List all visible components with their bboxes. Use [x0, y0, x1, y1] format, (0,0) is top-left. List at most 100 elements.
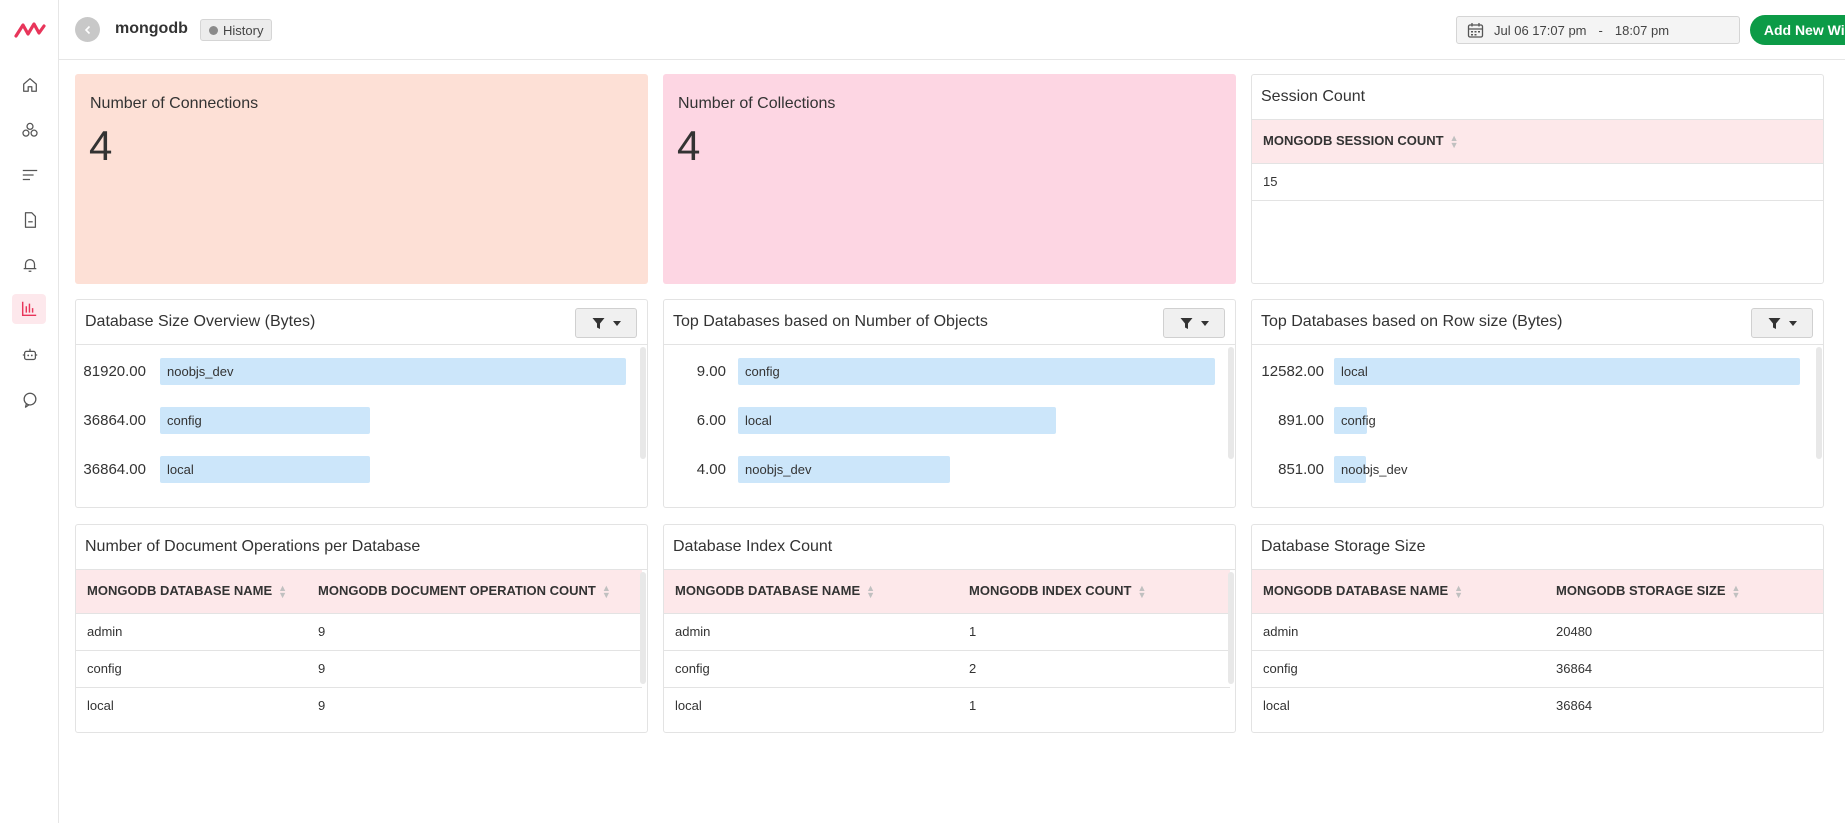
support-icon[interactable]	[18, 388, 42, 412]
funnel-icon	[1180, 317, 1192, 329]
bar-row: 12582.00 local	[1252, 358, 1823, 385]
sort-icon[interactable]: ▲ ▼	[278, 584, 287, 600]
filter-button[interactable]	[1163, 308, 1225, 338]
bar-value-label: 851.00	[1278, 461, 1324, 478]
services-icon[interactable]	[18, 118, 42, 142]
scrollbar[interactable]	[1228, 572, 1234, 684]
scrollbar[interactable]	[640, 572, 646, 684]
collections-widget: Number of Collections 4	[663, 74, 1236, 284]
table-cell: admin	[664, 613, 958, 651]
page-title: mongodb	[115, 20, 188, 37]
bar[interactable]: config	[1334, 407, 1376, 434]
column-header-label: MONGODB DOCUMENT OPERATION COUNT	[318, 583, 596, 599]
widget-title: Database Index Count	[664, 525, 1235, 570]
bell-icon[interactable]	[18, 253, 42, 277]
caret-down-icon	[612, 320, 621, 326]
table-cell: 2	[958, 650, 1230, 688]
top-objects-widget: Top Databases based on Number of Objects…	[663, 299, 1236, 508]
table-cell: local	[87, 698, 114, 714]
filter-button[interactable]	[1751, 308, 1813, 338]
table-cell: 9	[307, 650, 642, 688]
bar-value-label: 9.00	[696, 363, 726, 380]
column-header[interactable]: MONGODB DATABASE NAME ▲ ▼	[1252, 570, 1545, 614]
widget-title: Top Databases based on Number of Objects	[673, 313, 988, 330]
bar[interactable]: local	[1334, 358, 1800, 385]
sort-icon[interactable]: ▲ ▼	[1138, 584, 1147, 600]
column-header-label: MONGODB SESSION COUNT	[1263, 133, 1444, 149]
filter-button[interactable]	[575, 308, 637, 338]
scrollbar[interactable]	[1816, 347, 1822, 459]
table-row: config 9	[76, 650, 642, 688]
scrollbar[interactable]	[640, 347, 646, 459]
bar[interactable]: noobjs_dev	[738, 456, 950, 483]
table-cell: 20480	[1545, 613, 1823, 651]
table-cell: 36864	[1556, 698, 1593, 714]
back-button[interactable]	[75, 17, 100, 42]
column-header-label: MONGODB DATABASE NAME	[87, 583, 273, 599]
bar[interactable]: config	[160, 407, 370, 434]
column-header-label: MONGODB STORAGE SIZE	[1556, 583, 1726, 599]
add-new-widget-button[interactable]: Add New Widget	[1750, 15, 1845, 45]
column-header-label: MONGODB DATABASE NAME	[675, 583, 861, 599]
bar-row: 4.00 noobjs_dev	[664, 456, 1235, 483]
bar-value-label: 81920.00	[83, 363, 146, 380]
widget-header: Top Databases based on Number of Objects	[664, 300, 1235, 345]
table-cell: 1	[969, 698, 977, 714]
table-row: 15	[1252, 163, 1823, 201]
widget-header: Database Size Overview (Bytes)	[76, 300, 647, 345]
widget-title: Session Count	[1252, 75, 1823, 120]
column-header-label: MONGODB INDEX COUNT	[969, 583, 1132, 599]
widget-title: Number of Collections	[678, 95, 836, 112]
bar-row: 851.00 noobjs_dev	[1252, 456, 1823, 483]
table-cell: admin	[76, 613, 307, 651]
bar[interactable]: noobjs_dev	[1334, 456, 1408, 483]
scrollbar[interactable]	[1228, 347, 1234, 459]
bar[interactable]: noobjs_dev	[160, 358, 626, 385]
bar[interactable]: config	[738, 358, 1215, 385]
storage-size-widget: Database Storage Size MONGODB DATABASE N…	[1251, 524, 1824, 733]
column-header[interactable]: MONGODB DATABASE NAME ▲ ▼	[76, 570, 307, 614]
app-logo[interactable]	[14, 20, 46, 40]
table-row: admin 20480	[1252, 613, 1823, 651]
chevron-left-icon	[84, 25, 90, 34]
bar-value-label: 6.00	[696, 412, 726, 429]
table-cell: 9	[318, 698, 326, 714]
history-chip[interactable]: History	[200, 19, 273, 41]
robot-icon[interactable]	[18, 343, 42, 367]
column-header[interactable]: MONGODB INDEX COUNT ▲ ▼	[958, 570, 1230, 614]
table-cell: local	[675, 698, 702, 714]
column-header[interactable]: MONGODB DATABASE NAME ▲ ▼	[664, 570, 958, 614]
history-label: History	[223, 22, 264, 38]
session-count-widget: Session Count MONGODB SESSION COUNT ▲ ▼ 15	[1251, 74, 1824, 284]
home-icon[interactable]	[18, 73, 42, 97]
sort-icon[interactable]: ▲ ▼	[866, 584, 875, 600]
document-icon[interactable]	[18, 208, 42, 232]
sort-icon[interactable]: ▲ ▼	[1732, 584, 1741, 600]
table-cell: local	[1263, 698, 1290, 714]
sort-icon[interactable]: ▲ ▼	[1450, 134, 1459, 150]
widget-title: Number of Document Operations per Databa…	[76, 525, 647, 570]
table-cell: 9	[307, 613, 642, 651]
column-header[interactable]: MONGODB SESSION COUNT ▲ ▼	[1252, 120, 1823, 164]
date-range-picker[interactable]: Jul 06 17:07 pm - 18:07 pm	[1456, 16, 1740, 44]
connections-widget: Number of Connections 4	[75, 74, 648, 284]
caret-down-icon	[1200, 320, 1209, 326]
session-table: MONGODB SESSION COUNT ▲ ▼ 15	[1252, 120, 1823, 201]
table-cell: config	[1252, 650, 1545, 688]
column-header[interactable]: MONGODB STORAGE SIZE ▲ ▼	[1545, 570, 1823, 614]
bar[interactable]: local	[738, 407, 1056, 434]
sort-icon[interactable]: ▲ ▼	[1454, 584, 1463, 600]
bar-chart-icon[interactable]	[12, 294, 46, 324]
sort-icon[interactable]: ▲ ▼	[602, 584, 611, 600]
widget-title: Database Size Overview (Bytes)	[85, 313, 316, 330]
stat-value: 4	[89, 122, 113, 169]
widget-title: Top Databases based on Row size (Bytes)	[1261, 313, 1563, 330]
column-header[interactable]: MONGODB DOCUMENT OPERATION COUNT ▲ ▼	[307, 570, 642, 614]
bar[interactable]: local	[160, 456, 370, 483]
funnel-icon	[592, 317, 604, 329]
date-end: 18:07 pm	[1614, 22, 1670, 38]
table-row: local 36864	[1252, 687, 1823, 724]
table-cell: admin	[1252, 613, 1545, 651]
filter-list-icon[interactable]	[18, 163, 42, 187]
doc-ops-table: MONGODB DATABASE NAME ▲ ▼ MONGODB DOCUMENT…	[76, 570, 642, 724]
